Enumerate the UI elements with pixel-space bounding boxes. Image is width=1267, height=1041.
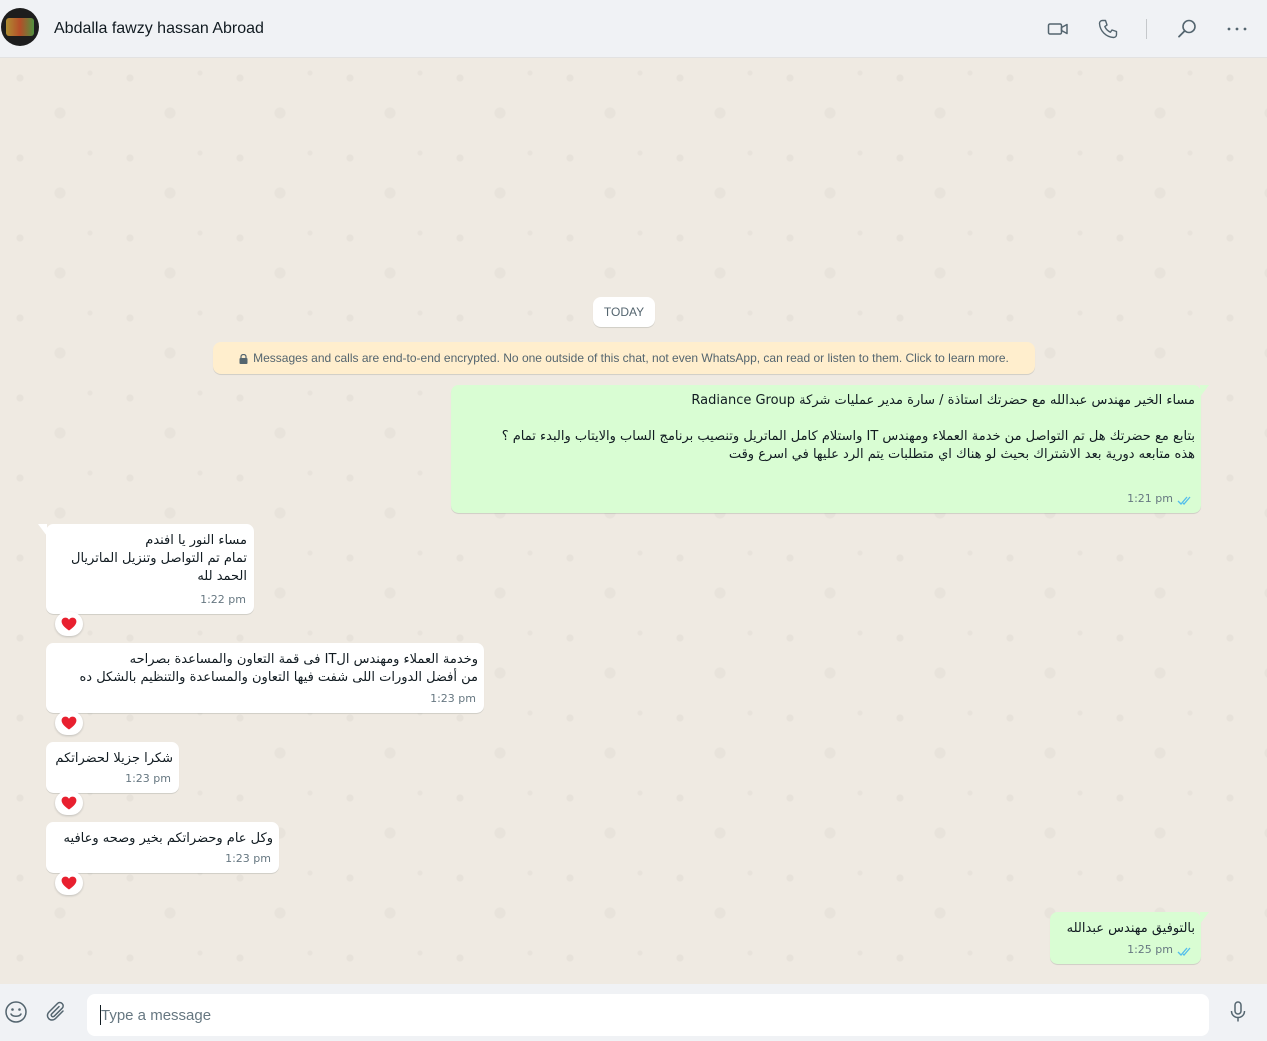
chat-messages-area[interactable]: TODAY Messages and calls are end-to-end … xyxy=(0,58,1267,984)
reaction-badge[interactable] xyxy=(55,871,83,895)
bubble-tail xyxy=(1200,385,1209,397)
encryption-notice[interactable]: Messages and calls are end-to-end encryp… xyxy=(213,342,1035,374)
reaction-badge[interactable] xyxy=(55,791,83,815)
search-icon[interactable] xyxy=(1175,17,1199,41)
heart-icon xyxy=(61,876,77,890)
whatsapp-chat-window: Abdalla fawzy hassan Abroad TODAY Messag… xyxy=(0,0,1267,1041)
text-caret xyxy=(100,1005,101,1025)
video-call-icon[interactable] xyxy=(1046,17,1070,41)
attach-icon[interactable] xyxy=(44,999,70,1025)
incoming-message[interactable]: شكرا جزيلا لحضراتكم 1:23 pm xyxy=(46,742,179,793)
incoming-message[interactable]: مساء النور يا افندم تمام تم التواصل وتنز… xyxy=(38,524,254,614)
message-text: مساء النور يا افندم تمام تم التواصل وتنز… xyxy=(71,533,247,584)
message-meta: 1:23 pm xyxy=(225,850,271,868)
encryption-notice-text: Messages and calls are end-to-end encryp… xyxy=(253,351,1009,365)
reaction-badge[interactable] xyxy=(55,612,83,636)
message-text: بالتوفيق مهندس عبدالله xyxy=(1066,921,1195,936)
incoming-message[interactable]: وكل عام وحضراتكم بخير وصحه وعافيه 1:23 p… xyxy=(46,822,279,873)
heart-icon xyxy=(61,716,77,730)
outgoing-message[interactable]: مساء الخير مهندس عبدالله مع حضرتك استاذة… xyxy=(451,385,1209,513)
message-text: شكرا جزيلا لحضراتكم xyxy=(55,751,173,766)
avatar-image xyxy=(6,18,34,36)
heart-icon xyxy=(61,617,77,631)
message-meta: 1:22 pm xyxy=(200,591,246,609)
contact-name[interactable]: Abdalla fawzy hassan Abroad xyxy=(54,20,264,38)
reaction-badge[interactable] xyxy=(55,711,83,735)
message-input[interactable] xyxy=(87,994,1209,1036)
date-separator: TODAY xyxy=(593,297,655,327)
message-time: 1:23 pm xyxy=(225,852,271,865)
menu-icon[interactable] xyxy=(1225,17,1249,41)
message-time: 1:23 pm xyxy=(430,692,476,705)
message-meta: 1:23 pm xyxy=(125,770,171,788)
lock-icon xyxy=(239,353,248,364)
outgoing-message[interactable]: بالتوفيق مهندس عبدالله 1:25 pm xyxy=(1050,912,1209,964)
microphone-icon[interactable] xyxy=(1225,999,1251,1025)
message-text: وخدمة العملاء ومهندس الIT فى قمة التعاون… xyxy=(79,652,478,685)
incoming-message[interactable]: وخدمة العملاء ومهندس الIT فى قمة التعاون… xyxy=(46,643,484,713)
bubble-tail xyxy=(1200,912,1209,924)
avatar[interactable] xyxy=(1,8,39,46)
message-meta: 1:25 pm xyxy=(1127,941,1193,959)
message-meta: 1:23 pm xyxy=(430,690,476,708)
heart-icon xyxy=(61,796,77,810)
message-time: 1:25 pm xyxy=(1127,943,1173,956)
message-meta: 1:21 pm xyxy=(1127,490,1193,508)
message-time: 1:21 pm xyxy=(1127,492,1173,505)
header-divider xyxy=(1146,19,1147,39)
message-composer xyxy=(0,984,1267,1041)
voice-call-icon[interactable] xyxy=(1096,17,1120,41)
bubble-tail xyxy=(38,524,47,536)
message-time: 1:23 pm xyxy=(125,772,171,785)
chat-header: Abdalla fawzy hassan Abroad xyxy=(0,0,1267,58)
message-text: مساء الخير مهندس عبدالله مع حضرتك استاذة… xyxy=(501,393,1195,462)
emoji-icon[interactable] xyxy=(3,999,29,1025)
double-check-icon xyxy=(1177,945,1193,956)
message-time: 1:22 pm xyxy=(200,593,246,606)
message-text: وكل عام وحضراتكم بخير وصحه وعافيه xyxy=(63,831,273,846)
double-check-icon xyxy=(1177,494,1193,505)
